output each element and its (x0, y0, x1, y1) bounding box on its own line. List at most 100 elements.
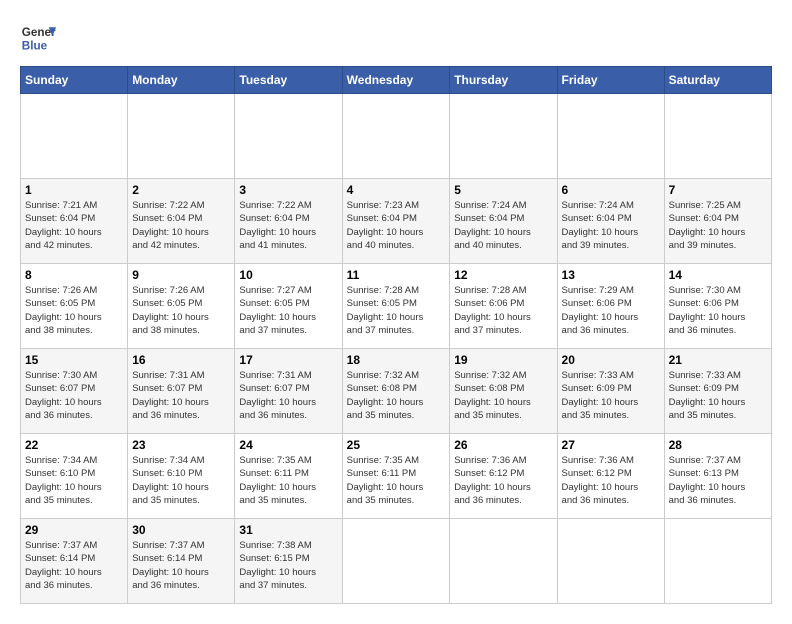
calendar-week-row: 8 Sunrise: 7:26 AMSunset: 6:05 PMDaylight… (21, 264, 772, 349)
day-number: 27 (562, 438, 660, 452)
calendar-day-cell: 9 Sunrise: 7:26 AMSunset: 6:05 PMDaylight… (128, 264, 235, 349)
day-number: 7 (669, 183, 767, 197)
day-info: Sunrise: 7:33 AMSunset: 6:09 PMDaylight:… (562, 369, 660, 422)
calendar-empty-cell (342, 519, 450, 604)
calendar-day-cell: 18 Sunrise: 7:32 AMSunset: 6:08 PMDayligh… (342, 349, 450, 434)
logo: General Blue (20, 20, 56, 56)
calendar-day-cell: 3Sunrise: 7:22 AMSunset: 6:04 PMDaylight… (235, 179, 342, 264)
day-info: Sunrise: 7:22 AMSunset: 6:04 PMDaylight:… (132, 199, 230, 252)
day-info: Sunrise: 7:23 AMSunset: 6:04 PMDaylight:… (347, 199, 446, 252)
day-number: 15 (25, 353, 123, 367)
calendar-week-row (21, 94, 772, 179)
day-number: 25 (347, 438, 446, 452)
day-info: Sunrise: 7:29 AMSunset: 6:06 PMDaylight:… (562, 284, 660, 337)
day-number: 10 (239, 268, 337, 282)
calendar-day-cell: 1Sunrise: 7:21 AMSunset: 6:04 PMDaylight… (21, 179, 128, 264)
page-header: General Blue (20, 20, 772, 56)
day-info: Sunrise: 7:31 AMSunset: 6:07 PMDaylight:… (132, 369, 230, 422)
day-number: 16 (132, 353, 230, 367)
calendar-day-cell: 5 Sunrise: 7:24 AMSunset: 6:04 PMDaylight… (450, 179, 557, 264)
day-number: 8 (25, 268, 123, 282)
calendar-empty-cell (557, 519, 664, 604)
calendar-day-cell: 11Sunrise: 7:28 AMSunset: 6:05 PMDayligh… (342, 264, 450, 349)
calendar-day-cell: 25 Sunrise: 7:35 AMSunset: 6:11 PMDayligh… (342, 434, 450, 519)
calendar-day-cell: 27 Sunrise: 7:36 AMSunset: 6:12 PMDayligh… (557, 434, 664, 519)
calendar-day-cell: 7 Sunrise: 7:25 AMSunset: 6:04 PMDaylight… (664, 179, 771, 264)
calendar-day-cell: 29 Sunrise: 7:37 AMSunset: 6:14 PMDayligh… (21, 519, 128, 604)
calendar-day-cell: 20Sunrise: 7:33 AMSunset: 6:09 PMDayligh… (557, 349, 664, 434)
calendar-empty-cell (664, 94, 771, 179)
day-number: 14 (669, 268, 767, 282)
calendar-day-cell: 24Sunrise: 7:35 AMSunset: 6:11 PMDayligh… (235, 434, 342, 519)
day-info: Sunrise: 7:30 AMSunset: 6:07 PMDaylight:… (25, 369, 123, 422)
day-number: 13 (562, 268, 660, 282)
calendar-week-row: 29 Sunrise: 7:37 AMSunset: 6:14 PMDayligh… (21, 519, 772, 604)
calendar-empty-cell (664, 519, 771, 604)
day-info: Sunrise: 7:36 AMSunset: 6:12 PMDaylight:… (454, 454, 552, 507)
calendar-day-cell: 19 Sunrise: 7:32 AMSunset: 6:08 PMDayligh… (450, 349, 557, 434)
calendar-empty-cell (128, 94, 235, 179)
calendar-day-cell: 30 Sunrise: 7:37 AMSunset: 6:14 PMDayligh… (128, 519, 235, 604)
calendar-day-cell: 23Sunrise: 7:34 AMSunset: 6:10 PMDayligh… (128, 434, 235, 519)
day-info: Sunrise: 7:32 AMSunset: 6:08 PMDaylight:… (454, 369, 552, 422)
calendar-week-row: 1Sunrise: 7:21 AMSunset: 6:04 PMDaylight… (21, 179, 772, 264)
day-info: Sunrise: 7:26 AMSunset: 6:05 PMDaylight:… (132, 284, 230, 337)
day-number: 2 (132, 183, 230, 197)
day-info: Sunrise: 7:38 AMSunset: 6:15 PMDaylight:… (239, 539, 337, 592)
day-info: Sunrise: 7:32 AMSunset: 6:08 PMDaylight:… (347, 369, 446, 422)
calendar-empty-cell (450, 519, 557, 604)
day-info: Sunrise: 7:22 AMSunset: 6:04 PMDaylight:… (239, 199, 337, 252)
day-number: 9 (132, 268, 230, 282)
calendar-day-cell: 4 Sunrise: 7:23 AMSunset: 6:04 PMDaylight… (342, 179, 450, 264)
calendar-day-cell: 2 Sunrise: 7:22 AMSunset: 6:04 PMDaylight… (128, 179, 235, 264)
day-info: Sunrise: 7:24 AMSunset: 6:04 PMDaylight:… (454, 199, 552, 252)
day-number: 26 (454, 438, 552, 452)
day-of-week-header: Monday (128, 67, 235, 94)
calendar-day-cell: 15 Sunrise: 7:30 AMSunset: 6:07 PMDayligh… (21, 349, 128, 434)
calendar-day-cell: 28Sunrise: 7:37 AMSunset: 6:13 PMDayligh… (664, 434, 771, 519)
calendar-empty-cell (342, 94, 450, 179)
calendar-day-cell: 31 Sunrise: 7:38 AMSunset: 6:15 PMDayligh… (235, 519, 342, 604)
calendar-empty-cell (235, 94, 342, 179)
logo-icon: General Blue (20, 20, 56, 56)
day-info: Sunrise: 7:34 AMSunset: 6:10 PMDaylight:… (25, 454, 123, 507)
day-info: Sunrise: 7:25 AMSunset: 6:04 PMDaylight:… (669, 199, 767, 252)
day-number: 6 (562, 183, 660, 197)
day-number: 29 (25, 523, 123, 537)
day-info: Sunrise: 7:37 AMSunset: 6:14 PMDaylight:… (132, 539, 230, 592)
calendar-day-cell: 12Sunrise: 7:28 AMSunset: 6:06 PMDayligh… (450, 264, 557, 349)
day-number: 21 (669, 353, 767, 367)
day-of-week-header: Thursday (450, 67, 557, 94)
calendar-day-cell: 17Sunrise: 7:31 AMSunset: 6:07 PMDayligh… (235, 349, 342, 434)
day-number: 11 (347, 268, 446, 282)
calendar-day-cell: 10 Sunrise: 7:27 AMSunset: 6:05 PMDayligh… (235, 264, 342, 349)
day-of-week-header: Tuesday (235, 67, 342, 94)
calendar-header-row: SundayMondayTuesdayWednesdayThursdayFrid… (21, 67, 772, 94)
day-number: 30 (132, 523, 230, 537)
day-info: Sunrise: 7:37 AMSunset: 6:14 PMDaylight:… (25, 539, 123, 592)
day-info: Sunrise: 7:35 AMSunset: 6:11 PMDaylight:… (347, 454, 446, 507)
calendar-day-cell: 14 Sunrise: 7:30 AMSunset: 6:06 PMDayligh… (664, 264, 771, 349)
day-info: Sunrise: 7:35 AMSunset: 6:11 PMDaylight:… (239, 454, 337, 507)
day-number: 31 (239, 523, 337, 537)
calendar-week-row: 15 Sunrise: 7:30 AMSunset: 6:07 PMDayligh… (21, 349, 772, 434)
day-number: 18 (347, 353, 446, 367)
day-number: 12 (454, 268, 552, 282)
day-info: Sunrise: 7:30 AMSunset: 6:06 PMDaylight:… (669, 284, 767, 337)
day-of-week-header: Sunday (21, 67, 128, 94)
day-number: 22 (25, 438, 123, 452)
day-info: Sunrise: 7:37 AMSunset: 6:13 PMDaylight:… (669, 454, 767, 507)
calendar-day-cell: 21Sunrise: 7:33 AMSunset: 6:09 PMDayligh… (664, 349, 771, 434)
day-number: 19 (454, 353, 552, 367)
calendar-table: SundayMondayTuesdayWednesdayThursdayFrid… (20, 66, 772, 604)
calendar-empty-cell (557, 94, 664, 179)
day-info: Sunrise: 7:21 AMSunset: 6:04 PMDaylight:… (25, 199, 123, 252)
day-info: Sunrise: 7:27 AMSunset: 6:05 PMDaylight:… (239, 284, 337, 337)
day-number: 5 (454, 183, 552, 197)
calendar-day-cell: 13 Sunrise: 7:29 AMSunset: 6:06 PMDayligh… (557, 264, 664, 349)
day-info: Sunrise: 7:36 AMSunset: 6:12 PMDaylight:… (562, 454, 660, 507)
day-of-week-header: Saturday (664, 67, 771, 94)
day-of-week-header: Wednesday (342, 67, 450, 94)
svg-text:Blue: Blue (22, 40, 48, 53)
day-number: 4 (347, 183, 446, 197)
